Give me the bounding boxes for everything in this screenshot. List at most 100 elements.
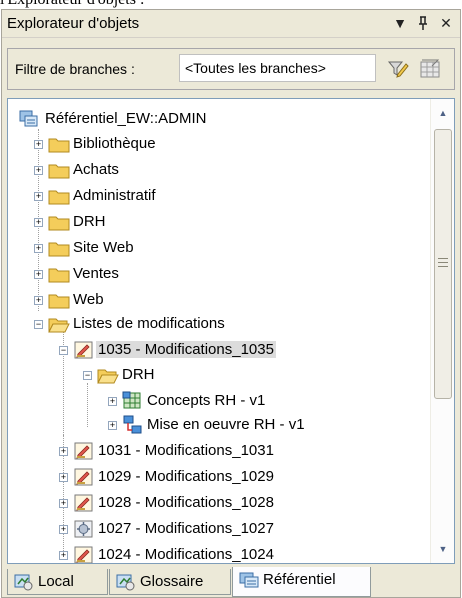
object-tree-content: Référentiel_EW::ADMIN + Bibliothèque + A… — [8, 99, 428, 563]
tree-scrollbar[interactable]: ▲ ▼ — [430, 99, 454, 563]
tab-label: Local — [38, 573, 74, 590]
panel-menu-button[interactable]: ▼ — [391, 14, 409, 32]
change-list-icon — [73, 545, 95, 563]
expand-icon[interactable]: + — [108, 397, 117, 406]
expand-icon[interactable]: + — [59, 525, 68, 534]
tab-glossaire[interactable]: Glossaire — [109, 569, 231, 595]
close-button[interactable]: ✕ — [437, 14, 455, 32]
tree-change-list-label: 1024 - Modifications_1024 — [98, 546, 274, 563]
pin-button[interactable] — [414, 14, 432, 32]
panel-titlebar: Explorateur d'objets ▼ ✕ — [2, 10, 460, 38]
branch-filter-select[interactable]: <Toutes les branches> — [179, 54, 376, 82]
tree-change-list-label: 1028 - Modifications_1028 — [98, 494, 274, 511]
change-list-icon — [73, 441, 95, 461]
tree-root[interactable]: Référentiel_EW::ADMIN — [8, 107, 408, 131]
tree-folder-label: Listes de modifications — [73, 315, 225, 332]
collapse-icon[interactable]: − — [34, 320, 43, 329]
expand-icon[interactable]: + — [34, 270, 43, 279]
tree-folder-label: DRH — [122, 366, 155, 383]
repository-icon — [18, 109, 40, 129]
tree-folder-change-lists[interactable]: − Listes de modifications — [8, 312, 408, 336]
tree-change-list-1027[interactable]: + 1027 - Modifications_1027 — [8, 517, 408, 541]
open-folder-icon — [97, 365, 119, 385]
tab-label: Glossaire — [140, 573, 204, 590]
tree-model-implementation[interactable]: + Mise en oeuvre RH - v1 — [8, 413, 408, 437]
explorer-tabs: Local Glossaire Référentiel — [7, 567, 455, 597]
expand-icon[interactable]: + — [34, 192, 43, 201]
expand-icon[interactable]: + — [34, 244, 43, 253]
object-explorer-panel: Explorateur d'objets ▼ ✕ Filtre de branc… — [1, 9, 461, 598]
change-list-icon — [73, 340, 95, 360]
tree-folder-label: Bibliothèque — [73, 135, 156, 152]
filter-edit-icon — [387, 61, 409, 78]
tree-folder-drh-sub[interactable]: − DRH — [8, 363, 408, 387]
tree-change-list-label: 1027 - Modifications_1027 — [98, 520, 274, 537]
tab-local[interactable]: Local — [7, 569, 108, 595]
tree-change-list-1024[interactable]: + 1024 - Modifications_1024 — [8, 543, 408, 563]
tab-referentiel[interactable]: Référentiel — [232, 567, 371, 597]
folder-icon — [48, 212, 70, 232]
tree-folder-label: Administratif — [73, 187, 156, 204]
expand-icon[interactable]: + — [59, 551, 68, 560]
tree-change-list-label: 1035 - Modifications_1035 — [96, 341, 276, 358]
panel-title: Explorateur d'objets — [7, 15, 140, 32]
scroll-down-button[interactable]: ▼ — [433, 539, 453, 559]
pin-icon — [419, 16, 427, 30]
tree-change-list-1035[interactable]: − 1035 - Modifications_1035 — [8, 338, 408, 362]
expand-icon[interactable]: + — [59, 447, 68, 456]
tree-folder[interactable]: + Achats — [8, 158, 408, 182]
tab-label: Référentiel — [263, 571, 336, 588]
folder-icon — [48, 134, 70, 154]
glossary-tab-icon — [116, 573, 136, 591]
local-tab-icon — [14, 573, 34, 591]
branch-filter-label: Filtre de branches : — [15, 61, 135, 77]
page-caption: l'Explorateur d'objets : — [0, 0, 144, 9]
collapse-icon[interactable]: − — [59, 346, 68, 355]
filter-table-icon — [420, 59, 440, 78]
physical-model-icon — [122, 415, 144, 435]
folder-icon — [48, 160, 70, 180]
expand-icon[interactable]: + — [34, 218, 43, 227]
tree-change-list-1029[interactable]: + 1029 - Modifications_1029 — [8, 465, 408, 489]
tree-folder-label: Achats — [73, 161, 119, 178]
filter-options-button[interactable] — [418, 58, 442, 80]
tree-model-concepts[interactable]: + Concepts RH - v1 — [8, 389, 408, 413]
tree-change-list-1028[interactable]: + 1028 - Modifications_1028 — [8, 491, 408, 515]
tree-folder[interactable]: + Site Web — [8, 236, 408, 260]
expand-icon[interactable]: + — [59, 473, 68, 482]
folder-icon — [48, 290, 70, 310]
tree-folder[interactable]: + DRH — [8, 210, 408, 234]
folder-icon — [48, 264, 70, 284]
tree-folder[interactable]: + Web — [8, 288, 408, 312]
expand-icon[interactable]: + — [59, 499, 68, 508]
tree-folder-label: Ventes — [73, 265, 119, 282]
change-list-icon — [73, 467, 95, 487]
change-list-icon — [73, 493, 95, 513]
expand-icon[interactable]: + — [34, 166, 43, 175]
collapse-icon[interactable]: − — [83, 371, 92, 380]
tree-folder-label: Web — [73, 291, 104, 308]
folder-icon — [48, 186, 70, 206]
conceptual-model-icon — [122, 391, 144, 411]
edit-filter-button[interactable] — [386, 58, 410, 80]
tree-change-list-label: 1031 - Modifications_1031 — [98, 442, 274, 459]
scroll-thumb[interactable] — [434, 129, 452, 399]
expand-icon[interactable]: + — [34, 140, 43, 149]
tree-folder-label: DRH — [73, 213, 106, 230]
tree-change-list-label: 1029 - Modifications_1029 — [98, 468, 274, 485]
tree-folder[interactable]: + Ventes — [8, 262, 408, 286]
repository-tab-icon — [239, 571, 259, 589]
tree-folder-label: Site Web — [73, 239, 134, 256]
expand-icon[interactable]: + — [108, 421, 117, 430]
tree-change-list-1031[interactable]: + 1031 - Modifications_1031 — [8, 439, 408, 463]
tree-model-label: Concepts RH - v1 — [147, 392, 266, 409]
tree-folder[interactable]: + Bibliothèque — [8, 132, 408, 156]
folder-icon — [48, 238, 70, 258]
expand-icon[interactable]: + — [34, 296, 43, 305]
scroll-up-button[interactable]: ▲ — [433, 103, 453, 123]
tree-folder[interactable]: + Administratif — [8, 184, 408, 208]
open-folder-icon — [48, 314, 70, 334]
branch-filter: Filtre de branches : <Toutes les branche… — [7, 48, 455, 90]
tree-root-label: Référentiel_EW::ADMIN — [45, 110, 207, 127]
object-tree[interactable]: Référentiel_EW::ADMIN + Bibliothèque + A… — [7, 98, 455, 564]
